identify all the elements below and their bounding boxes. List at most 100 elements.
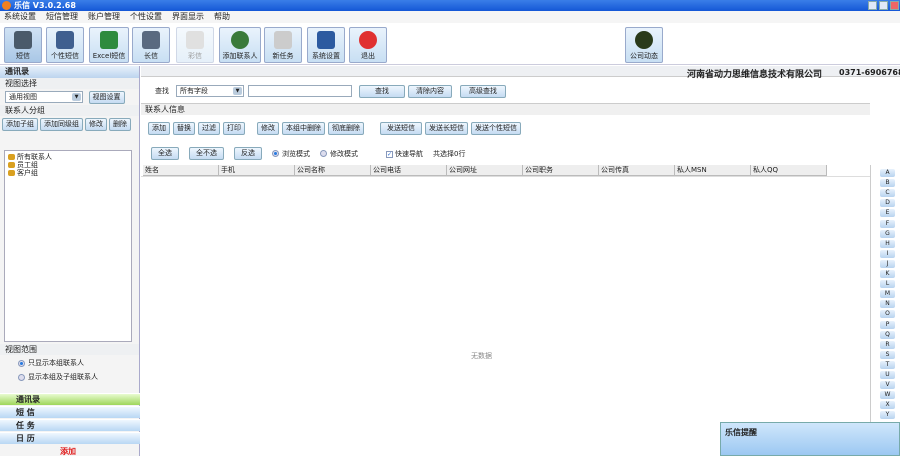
- advanced-search-button[interactable]: 高级查找: [460, 85, 506, 98]
- letter-nav-q[interactable]: Q: [880, 330, 895, 339]
- menu-display[interactable]: 界面显示: [172, 11, 204, 23]
- edit-button[interactable]: 修改: [257, 122, 279, 135]
- nav-tasks[interactable]: 任 务: [0, 419, 140, 431]
- empty-message: 无数据: [471, 352, 492, 360]
- search-input[interactable]: [248, 85, 352, 97]
- phone-icon: [14, 31, 32, 49]
- column-header[interactable]: 手机: [219, 165, 295, 176]
- letter-nav-p[interactable]: P: [880, 320, 895, 329]
- scope-option-current[interactable]: 只显示本组联系人: [18, 358, 84, 368]
- send-long-sms-button[interactable]: 发送长短信: [425, 122, 468, 135]
- letter-nav-x[interactable]: X: [880, 401, 895, 410]
- radio-icon: [272, 150, 279, 157]
- company-news-button[interactable]: 公司动态: [625, 27, 663, 63]
- edit-mode-radio[interactable]: 修改模式: [320, 149, 358, 159]
- send-personal-sms-button[interactable]: 发送个性短信: [471, 122, 521, 135]
- delete-permanent-button[interactable]: 彻底删除: [328, 122, 364, 135]
- select-all-button[interactable]: 全选: [151, 147, 179, 160]
- letter-nav-b[interactable]: B: [880, 179, 895, 188]
- scope-label: 视图范围: [0, 344, 139, 355]
- letter-nav-e[interactable]: E: [880, 209, 895, 218]
- letter-nav-t[interactable]: T: [880, 360, 895, 369]
- sms-button[interactable]: 短信: [4, 27, 42, 63]
- letter-nav-h[interactable]: H: [880, 239, 895, 248]
- long-sms-button[interactable]: 长信: [132, 27, 170, 63]
- letter-nav-a[interactable]: A: [880, 169, 895, 177]
- letter-nav-s[interactable]: S: [880, 350, 895, 359]
- personal-sms-button[interactable]: 个性短信: [46, 27, 84, 63]
- letter-nav-k[interactable]: K: [880, 270, 895, 278]
- delete-from-group-button[interactable]: 本组中删除: [282, 122, 325, 135]
- add-sibling-group-button[interactable]: 添加同级组: [40, 118, 83, 131]
- mms-button[interactable]: 彩信: [176, 27, 214, 63]
- scope-option-with-children[interactable]: 显示本组及子组联系人: [18, 372, 98, 382]
- menu-sms-manage[interactable]: 短信管理: [46, 11, 78, 23]
- select-none-button[interactable]: 全不选: [189, 147, 224, 160]
- system-settings-button[interactable]: 系统设置: [307, 27, 345, 63]
- app-logo-icon: [2, 1, 11, 10]
- tree-item-customers[interactable]: 客户组: [5, 169, 131, 177]
- replace-button[interactable]: 替换: [173, 122, 195, 135]
- column-header[interactable]: 私人MSN: [675, 165, 751, 176]
- letter-nav-u[interactable]: U: [880, 371, 895, 379]
- view-settings-button[interactable]: 视图设置: [88, 91, 125, 104]
- letter-nav-n[interactable]: N: [880, 300, 895, 309]
- phone-doc-icon: [142, 31, 160, 49]
- quick-nav-checkbox[interactable]: ✓ 快速导航: [386, 149, 423, 159]
- column-header[interactable]: 公司传真: [599, 165, 675, 176]
- view-select[interactable]: 通用视图 ▼: [5, 91, 83, 103]
- nav-calendar[interactable]: 日 历: [0, 432, 140, 444]
- print-button[interactable]: 打印: [223, 122, 245, 135]
- menu-help[interactable]: 帮助: [214, 11, 230, 23]
- letter-nav-v[interactable]: V: [880, 381, 895, 390]
- tree-item-staff[interactable]: 员工组: [5, 161, 131, 169]
- letter-nav-g[interactable]: G: [880, 229, 895, 238]
- send-sms-button[interactable]: 发送短信: [380, 122, 422, 135]
- letter-nav-i[interactable]: I: [880, 249, 895, 258]
- nav-contacts[interactable]: 通讯录: [0, 393, 140, 405]
- column-header[interactable]: 公司电话: [371, 165, 447, 176]
- edit-group-button[interactable]: 修改: [85, 118, 107, 131]
- column-header[interactable]: 姓名: [143, 165, 219, 176]
- close-button[interactable]: [890, 1, 899, 10]
- column-header[interactable]: 公司名称: [295, 165, 371, 176]
- add-button[interactable]: 添加: [148, 122, 170, 135]
- new-task-button[interactable]: 新任务: [264, 27, 302, 63]
- letter-nav-o[interactable]: O: [880, 310, 895, 319]
- search-field-select[interactable]: 所有字段 ▼: [176, 85, 244, 97]
- radio-icon: [18, 373, 25, 381]
- add-link[interactable]: 添加: [60, 446, 76, 457]
- letter-nav-r[interactable]: R: [880, 340, 895, 349]
- clear-button[interactable]: 清除内容: [408, 85, 452, 98]
- new-task-icon: [274, 31, 292, 49]
- add-subgroup-button[interactable]: 添加子组: [2, 118, 38, 131]
- letter-nav-y[interactable]: Y: [880, 411, 895, 420]
- letter-nav-j[interactable]: J: [880, 259, 895, 268]
- column-header[interactable]: 公司职务: [523, 165, 599, 176]
- menu-personal-settings[interactable]: 个性设置: [130, 11, 162, 23]
- toolbar: 短信 个性短信 Excel短信 长信 彩信 添加联系人 新任务 系统设置 退出 …: [0, 23, 900, 65]
- column-header[interactable]: 私人QQ: [751, 165, 827, 176]
- column-header[interactable]: 公司网址: [447, 165, 523, 176]
- invert-selection-button[interactable]: 反选: [234, 147, 262, 160]
- maximize-button[interactable]: [879, 1, 888, 10]
- letter-nav-m[interactable]: M: [880, 290, 895, 299]
- excel-sms-button[interactable]: Excel短信: [89, 27, 129, 63]
- delete-group-button[interactable]: 删除: [109, 118, 131, 131]
- minimize-button[interactable]: [868, 1, 877, 10]
- exit-button[interactable]: 退出: [349, 27, 387, 63]
- nav-sms[interactable]: 短 信: [0, 406, 140, 418]
- menu-system-settings[interactable]: 系统设置: [4, 11, 36, 23]
- browse-mode-radio[interactable]: 浏览模式: [272, 149, 310, 159]
- menu-account-manage[interactable]: 账户管理: [88, 11, 120, 23]
- letter-nav-c[interactable]: C: [880, 189, 895, 198]
- letter-nav-w[interactable]: W: [880, 391, 895, 400]
- find-button[interactable]: 查找: [359, 85, 405, 98]
- tree-item-all-contacts[interactable]: 所有联系人: [5, 153, 131, 161]
- letter-nav-d[interactable]: D: [880, 199, 895, 208]
- letter-nav-l[interactable]: L: [880, 280, 895, 289]
- filter-button[interactable]: 过滤: [198, 122, 220, 135]
- window-title: 乐信 V3.0.2.68: [14, 1, 76, 10]
- add-contact-button[interactable]: 添加联系人: [219, 27, 261, 63]
- letter-nav-f[interactable]: F: [880, 219, 895, 228]
